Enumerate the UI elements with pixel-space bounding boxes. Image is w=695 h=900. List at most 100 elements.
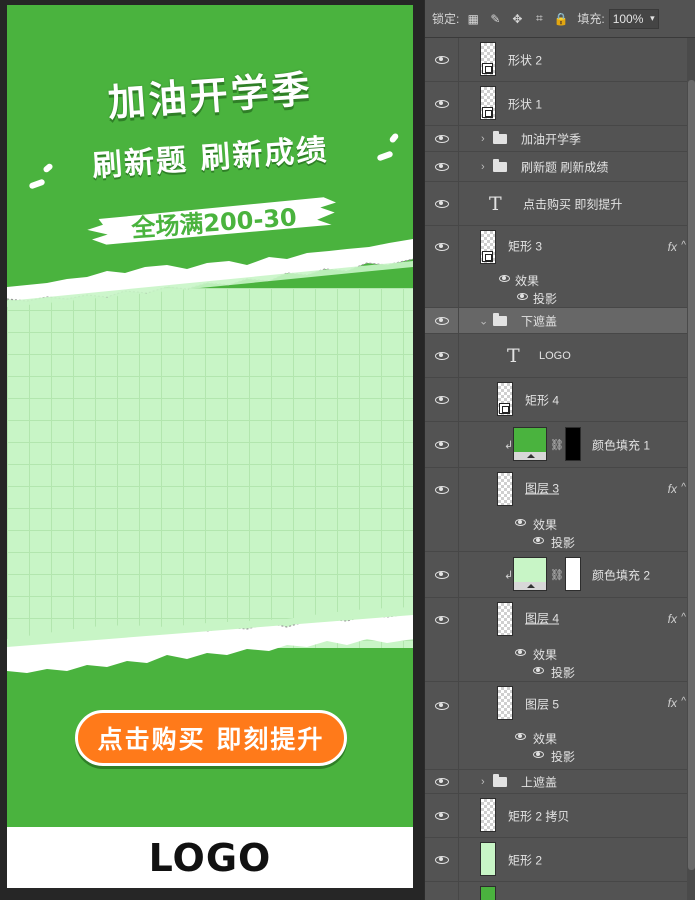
layer-name[interactable]: 矩形 2 拷贝 bbox=[508, 807, 569, 824]
drop-shadow-row[interactable]: 投影 bbox=[425, 746, 687, 764]
layer-row-shape-2[interactable]: 形状 2 bbox=[425, 38, 687, 82]
layer-row-group-subheadline[interactable]: › 刷新题 刷新成绩 bbox=[425, 152, 687, 182]
link-icon[interactable]: ⛓ bbox=[550, 438, 564, 451]
visibility-toggle[interactable] bbox=[425, 126, 459, 151]
layer-row-color-fill-2[interactable]: ↲ ⛓ 颜色填充 2 bbox=[425, 552, 687, 598]
layer-name[interactable]: 加油开学季 bbox=[521, 130, 581, 147]
visibility-toggle[interactable] bbox=[425, 838, 459, 881]
eye-icon[interactable] bbox=[515, 649, 526, 656]
visibility-toggle[interactable] bbox=[425, 552, 459, 597]
visibility-toggle[interactable] bbox=[425, 38, 459, 81]
chevron-right-icon[interactable]: › bbox=[481, 161, 485, 173]
chevron-up-icon[interactable]: ^ bbox=[681, 612, 686, 623]
eye-icon[interactable] bbox=[515, 733, 526, 740]
layer-row-rect-2-copy[interactable]: 矩形 2 拷贝 bbox=[425, 794, 687, 838]
fx-icon[interactable]: fx bbox=[668, 240, 677, 254]
layer-name[interactable]: 形状 1 bbox=[508, 95, 542, 112]
lock-label: 锁定: bbox=[432, 12, 460, 26]
layer-row-rect-4[interactable]: 矩形 4 bbox=[425, 378, 687, 422]
chevron-down-icon[interactable]: ⌄ bbox=[479, 314, 488, 327]
layer-row-rect-3[interactable]: 矩形 3 fx ^ 效果 投影 bbox=[425, 226, 687, 308]
scrollbar-thumb[interactable] bbox=[688, 80, 695, 870]
effects-row[interactable]: 效果 bbox=[425, 514, 687, 532]
layer-row-rect-2[interactable]: 矩形 2 bbox=[425, 838, 687, 882]
fx-icon[interactable]: fx bbox=[668, 612, 677, 626]
eye-icon[interactable] bbox=[533, 751, 544, 758]
layer-list[interactable]: 形状 2 形状 1 › 加油开学季 › 刷新题 刷新成绩 T 点击购买 即刻提升… bbox=[425, 38, 687, 900]
layer-row-group-headline[interactable]: › 加油开学季 bbox=[425, 126, 687, 152]
effects-label: 效果 bbox=[533, 648, 558, 662]
lock-all-icon[interactable]: 🔒 bbox=[553, 11, 569, 27]
effects-row[interactable]: 效果 bbox=[425, 728, 687, 746]
poster-artboard[interactable]: 加油开学季 刷新题 刷新成绩 全场满200-30 点击购买 即刻提升 LOGO bbox=[7, 5, 413, 888]
layer-name[interactable]: 矩形 4 bbox=[525, 391, 559, 408]
layer-name[interactable]: 图层 3 bbox=[525, 480, 559, 497]
layer-thumbnail bbox=[497, 472, 513, 506]
layer-name[interactable]: 颜色填充 1 bbox=[592, 436, 650, 453]
lock-image-pixels-icon[interactable]: ✎ bbox=[487, 11, 503, 27]
visibility-toggle[interactable] bbox=[425, 770, 459, 793]
chevron-up-icon[interactable]: ^ bbox=[681, 696, 686, 707]
visibility-toggle[interactable] bbox=[425, 152, 459, 181]
buy-now-button[interactable]: 点击购买 即刻提升 bbox=[75, 710, 347, 766]
layer-row-layer-4[interactable]: 图层 4 fx ^ 效果 投影 bbox=[425, 598, 687, 682]
link-icon[interactable]: ⛓ bbox=[550, 568, 564, 581]
folder-open-icon bbox=[493, 312, 507, 326]
layer-row-group-upper-cover[interactable]: › 上遮盖 bbox=[425, 770, 687, 794]
drop-shadow-row[interactable]: 投影 bbox=[425, 532, 687, 550]
layer-name[interactable]: 下遮盖 bbox=[521, 312, 557, 329]
layer-name[interactable]: 图层 5 bbox=[525, 696, 559, 713]
lock-artboard-icon[interactable]: ⌗ bbox=[531, 11, 547, 27]
visibility-toggle[interactable] bbox=[425, 182, 459, 225]
layer-row-group-lower-cover[interactable]: ⌄ 下遮盖 bbox=[425, 308, 687, 334]
layer-row-text-logo[interactable]: T LOGO bbox=[425, 334, 687, 378]
chevron-up-icon[interactable]: ^ bbox=[681, 240, 686, 251]
lock-position-icon[interactable]: ✥ bbox=[509, 11, 525, 27]
drop-shadow-row[interactable]: 投影 bbox=[425, 288, 687, 306]
visibility-toggle[interactable] bbox=[425, 794, 459, 837]
lock-transparent-pixels-icon[interactable]: ▦ bbox=[465, 11, 481, 27]
layer-row-color-fill-1[interactable]: ↲ ⛓ 颜色填充 1 bbox=[425, 422, 687, 468]
effects-row[interactable]: 效果 bbox=[425, 270, 687, 288]
eye-icon[interactable] bbox=[517, 293, 528, 300]
visibility-toggle[interactable] bbox=[425, 378, 459, 421]
visibility-toggle[interactable] bbox=[425, 82, 459, 125]
eye-icon[interactable] bbox=[515, 519, 526, 526]
layer-name[interactable]: 点击购买 即刻提升 bbox=[523, 195, 622, 212]
eye-icon[interactable] bbox=[499, 275, 510, 282]
layer-row-shape-1[interactable]: 形状 1 bbox=[425, 82, 687, 126]
layer-thumbnail bbox=[497, 602, 513, 636]
canvas-area[interactable]: 加油开学季 刷新题 刷新成绩 全场满200-30 点击购买 即刻提升 LOGO bbox=[0, 0, 420, 900]
chevron-right-icon[interactable]: › bbox=[481, 133, 485, 145]
fill-opacity-field[interactable]: 100% ▾ bbox=[608, 8, 659, 29]
drop-shadow-row[interactable]: 投影 bbox=[425, 662, 687, 680]
layer-name[interactable]: 形状 2 bbox=[508, 51, 542, 68]
layer-name[interactable]: 上遮盖 bbox=[521, 773, 557, 790]
buy-now-label: 点击购买 即刻提升 bbox=[97, 725, 325, 754]
visibility-toggle[interactable] bbox=[425, 422, 459, 467]
layer-row-text-cta[interactable]: T 点击购买 即刻提升 bbox=[425, 182, 687, 226]
visibility-toggle[interactable] bbox=[425, 882, 459, 900]
chevron-down-icon[interactable]: ▾ bbox=[650, 13, 655, 24]
layer-row-background-partial[interactable] bbox=[425, 882, 687, 900]
layer-row-layer-3[interactable]: 图层 3 fx ^ 效果 投影 bbox=[425, 468, 687, 552]
visibility-toggle[interactable] bbox=[425, 334, 459, 377]
effects-row[interactable]: 效果 bbox=[425, 644, 687, 662]
layer-name[interactable]: 矩形 3 bbox=[508, 238, 542, 255]
layer-name[interactable]: LOGO bbox=[539, 350, 571, 362]
layer-row-layer-5[interactable]: 图层 5 fx ^ 效果 投影 bbox=[425, 682, 687, 770]
layer-name[interactable]: 颜色填充 2 bbox=[592, 566, 650, 583]
layer-name[interactable]: 图层 4 bbox=[525, 610, 559, 627]
layer-name[interactable]: 刷新题 刷新成绩 bbox=[521, 158, 608, 175]
mask-thumbnail-black bbox=[565, 427, 581, 461]
chevron-right-icon[interactable]: › bbox=[481, 776, 485, 788]
layers-scrollbar[interactable] bbox=[687, 38, 695, 900]
layer-name[interactable]: 矩形 2 bbox=[508, 851, 542, 868]
chevron-up-icon[interactable]: ^ bbox=[681, 482, 686, 493]
fx-icon[interactable]: fx bbox=[668, 696, 677, 710]
eye-icon[interactable] bbox=[533, 537, 544, 544]
visibility-toggle[interactable] bbox=[425, 308, 459, 333]
fx-icon[interactable]: fx bbox=[668, 482, 677, 496]
clipping-mask-icon: ↲ bbox=[504, 439, 514, 451]
eye-icon[interactable] bbox=[533, 667, 544, 674]
